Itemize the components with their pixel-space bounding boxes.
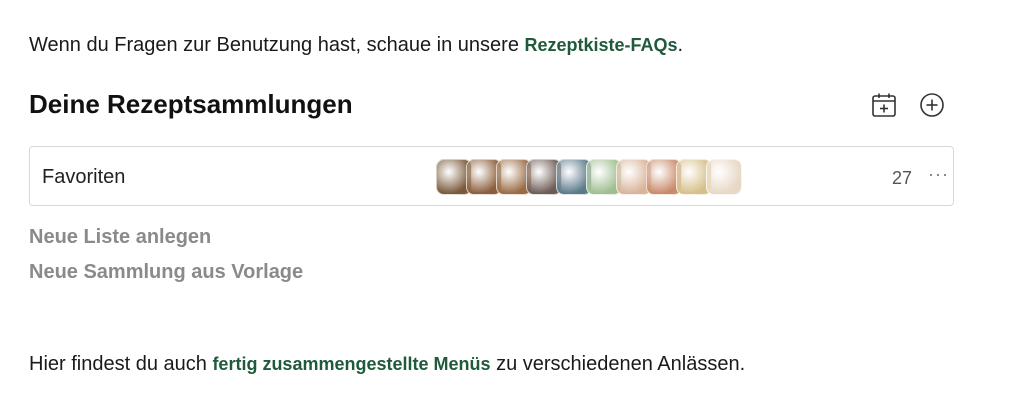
collection-title: Favoriten [42,166,126,188]
menus-info-text: Hier findest du auch [29,353,213,375]
calendar-plus-icon [872,93,896,117]
faq-link[interactable]: Rezeptkiste-FAQs [525,35,678,55]
faq-intro-end: . [677,34,684,56]
new-list-button[interactable]: Neue Liste anlegen [29,225,211,249]
faq-intro-text: Wenn du Fragen zur Benutzung hast, schau… [29,34,525,56]
menus-info-end: zu verschiedenen Anlässen. [490,353,746,375]
faq-intro: Wenn du Fragen zur Benutzung hast, schau… [29,33,683,57]
collection-actions [870,91,950,119]
collection-card-favoriten[interactable]: Favoriten 27 ··· [29,146,954,206]
more-options-button[interactable]: ··· [928,163,949,185]
page-title: Deine Rezeptsammlungen [29,89,353,119]
menus-info: Hier findest du auch fertig zusammengest… [29,352,745,376]
add-to-calendar-button[interactable] [870,91,898,119]
add-collection-button[interactable] [918,91,946,119]
page: Wenn du Fragen zur Benutzung hast, schau… [0,0,1024,420]
recipe-thumbnail [706,159,742,195]
new-collection-from-template-button[interactable]: Neue Sammlung aus Vorlage [29,260,303,284]
recipe-count: 27 [892,168,913,188]
plus-circle-icon [920,93,944,117]
recipe-thumbnails [436,159,746,195]
menus-link[interactable]: fertig zusammengestellte Menüs [212,354,490,374]
